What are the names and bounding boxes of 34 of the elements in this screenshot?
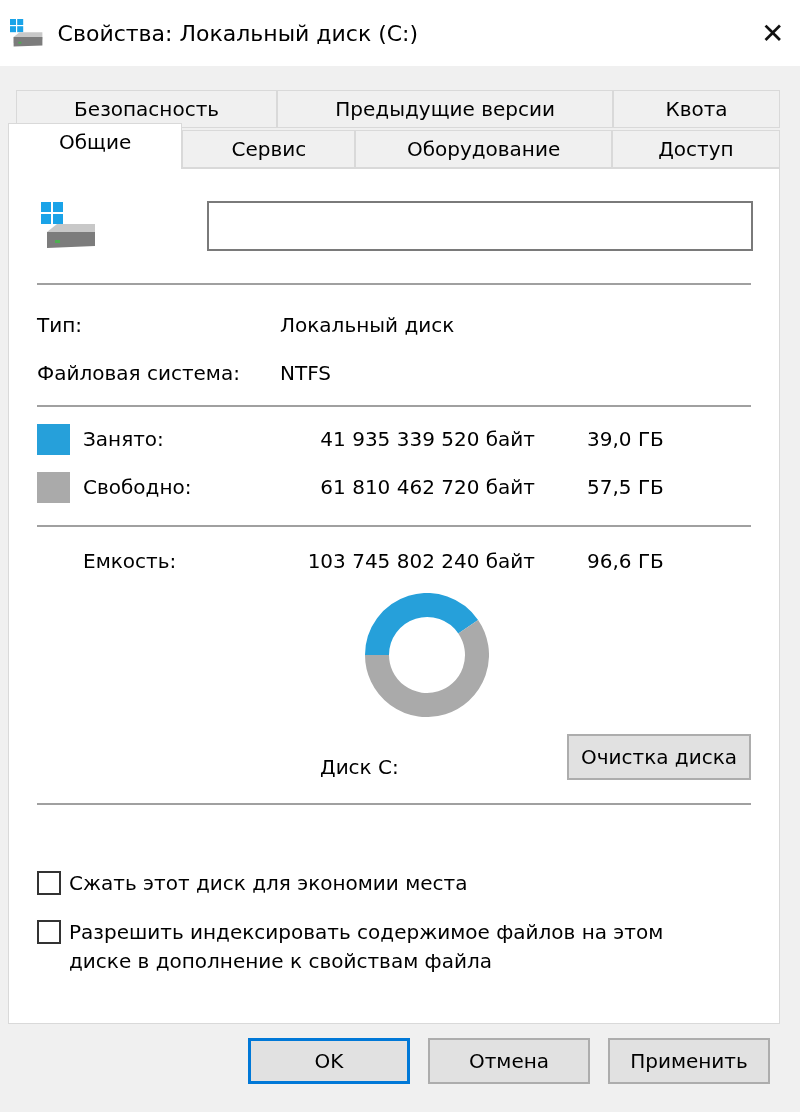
capacity-bytes: 103 745 802 240 байт [306, 549, 535, 573]
checkbox[interactable] [37, 871, 61, 895]
capacity-size: 96,6 ГБ [586, 549, 665, 573]
window-title: Свойства: Локальный диск (C:) [57, 20, 420, 46]
usage-size: 39,0 ГБ [586, 427, 665, 451]
name-field[interactable] [207, 201, 753, 251]
tab[interactable]: Сервис [182, 130, 356, 168]
usage-size: 57,5 ГБ [586, 475, 665, 499]
property-label: Тип: [37, 313, 84, 337]
property-label: Файловая система: [37, 361, 241, 385]
usage-bytes: 41 935 339 520 байт [319, 427, 535, 451]
dialog-button[interactable]: Отмена [428, 1038, 590, 1084]
disk-cleanup-button[interactable]: Очистка диска [566, 734, 751, 780]
capacity-label: Емкость: [83, 549, 178, 573]
usage-label: Свободно: [83, 475, 193, 499]
tab[interactable]: Оборудование [355, 130, 612, 168]
property-value: NTFS [280, 361, 333, 385]
usage-bytes: 61 810 462 720 байт [319, 475, 535, 499]
tab[interactable]: Безопасность [16, 90, 278, 128]
tab[interactable]: Предыдущие версии [277, 90, 614, 128]
drive-icon [10, 18, 44, 48]
usage-label: Занято: [83, 427, 165, 451]
drive-icon [41, 202, 97, 250]
checkbox-label: Сжать этот диск для экономии места [69, 870, 468, 897]
dialog-button[interactable]: Применить [608, 1038, 770, 1084]
checkbox[interactable] [37, 920, 61, 944]
tab[interactable]: Доступ [611, 130, 780, 168]
dialog-button[interactable]: OK [248, 1038, 410, 1084]
drive-label: Диск C: [320, 755, 399, 779]
close-button[interactable]: ✕ [755, 16, 790, 50]
tab[interactable]: Квота [613, 90, 780, 128]
checkbox-label: Разрешить индексировать содержимое файлов на этом диске в дополнение к свойствам файла [69, 919, 665, 975]
property-value: Локальный диск [280, 313, 456, 337]
tab[interactable]: Общие [8, 123, 183, 169]
